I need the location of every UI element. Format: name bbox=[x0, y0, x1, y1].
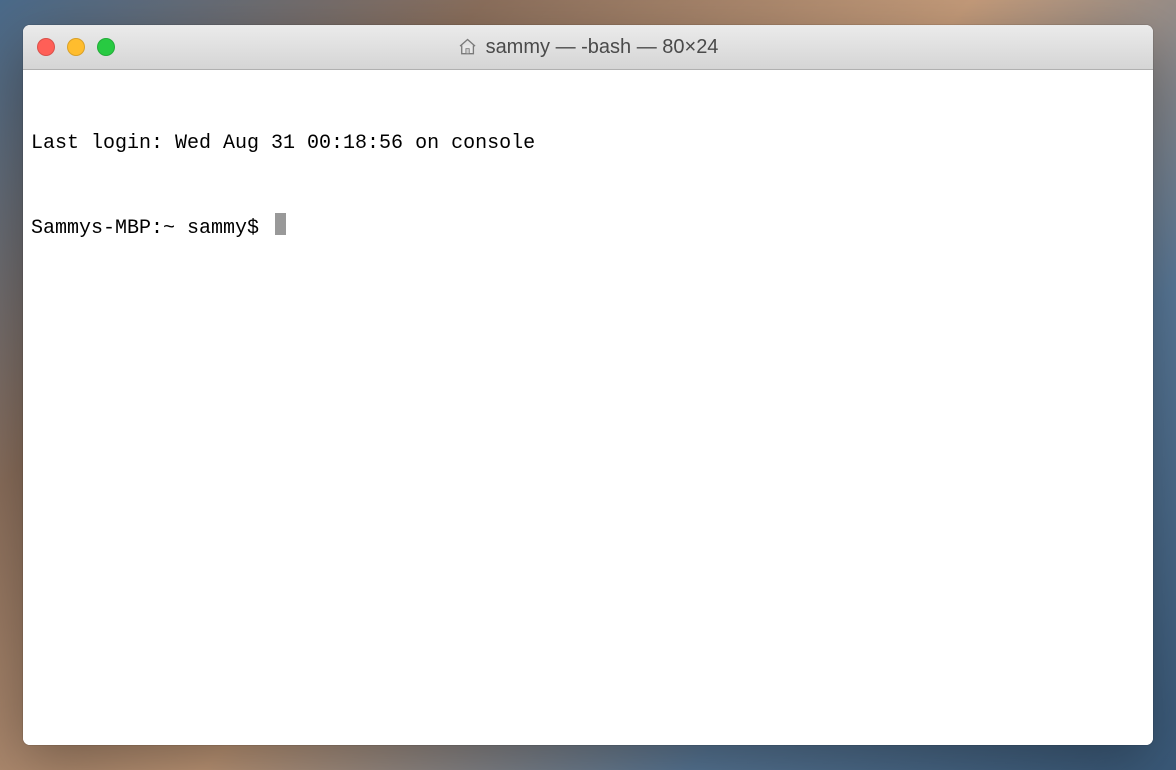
last-login-line: Last login: Wed Aug 31 00:18:56 on conso… bbox=[31, 130, 1145, 157]
traffic-lights bbox=[37, 38, 115, 56]
window-title: sammy — -bash — 80×24 bbox=[486, 36, 719, 59]
terminal-body[interactable]: Last login: Wed Aug 31 00:18:56 on conso… bbox=[23, 70, 1153, 745]
maximize-button[interactable] bbox=[97, 38, 115, 56]
shell-prompt: Sammys-MBP:~ sammy$ bbox=[31, 215, 271, 242]
terminal-window: sammy — -bash — 80×24 Last login: Wed Au… bbox=[23, 25, 1153, 745]
prompt-line: Sammys-MBP:~ sammy$ bbox=[31, 211, 1145, 242]
close-button[interactable] bbox=[37, 38, 55, 56]
minimize-button[interactable] bbox=[67, 38, 85, 56]
window-titlebar[interactable]: sammy — -bash — 80×24 bbox=[23, 25, 1153, 70]
window-title-group: sammy — -bash — 80×24 bbox=[458, 36, 719, 59]
cursor bbox=[275, 213, 286, 235]
home-icon bbox=[458, 37, 478, 57]
